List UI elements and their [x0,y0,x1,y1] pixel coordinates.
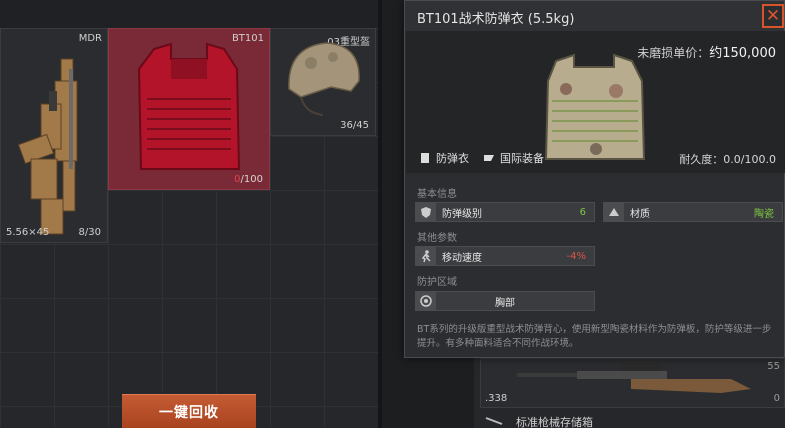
price: 未磨损单价：约150,000 [637,42,776,61]
ammo-type: 5.56×45 [6,227,50,238]
ammo-type: .338 [485,393,508,404]
faction-icon [484,155,494,161]
item-slot-bt101[interactable]: BT101 0/100 [108,28,270,190]
stat-move-speed: 移动速度 -4% [415,246,595,266]
item-tags: 防弹衣 国际装备 [419,150,544,166]
rifle-image [17,58,78,235]
close-button[interactable]: ✕ [762,4,784,28]
price-value: 约150,000 [709,46,776,61]
durability: 36/45 [340,120,369,131]
stat-material: 材质 陶瓷 [603,202,783,222]
item-category-icon [485,417,503,425]
durability-value: 0.0/100.0 [723,153,776,166]
stat-armor-level: 防弹级别 6 [415,202,595,222]
faction-label: 国际装备 [500,152,544,165]
stat-label: 移动速度 [442,252,482,264]
sniper-rifle-image [517,363,751,393]
protection-zone-chest: 胸部 [415,291,595,311]
count-top: 55 [767,361,780,372]
running-icon [416,247,436,265]
close-icon: ✕ [765,6,781,26]
item-label: 标准枪械存储箱 [516,416,593,428]
stat-value: 陶瓷 [754,208,774,220]
section-basic: 基本信息 [417,189,457,200]
zone-label: 胸部 [495,297,515,309]
stat-value: -4% [566,250,586,262]
durability: 0/100 [234,174,263,185]
durability-label: 耐久度： [679,153,724,166]
armor-vest-icon [421,153,429,163]
shield-icon [416,203,436,221]
stat-value: 6 [579,206,586,218]
ammo-count: 8/30 [78,227,101,238]
item-description: BT系列的升级版重型战术防弹背心，使用新型陶瓷材料作为防弹板，防护等级进一步提升… [417,324,772,349]
stat-label: 材质 [630,208,650,220]
stash-header [0,0,378,28]
stat-label: 防弹级别 [442,208,482,220]
item-slot-mdr[interactable]: MDR 5.56×45 8/30 [0,28,108,243]
item-title: BT101战术防弹衣 (5.5kg) [417,12,575,27]
count-bottom: 0 [773,393,780,404]
durability: 耐久度：0.0/100.0 [679,151,776,167]
section-other: 其他参数 [417,233,457,244]
item-detail-tooltip: BT101战术防弹衣 (5.5kg) ✕ 未磨损单价：约150,000 防弹衣 … [404,0,785,358]
vest-image [137,42,241,170]
body-armor-icon [416,292,436,310]
item-slot-sniper[interactable]: .338 55 0 [480,358,785,408]
price-label: 未磨损单价： [637,46,710,60]
panel-divider [378,0,382,428]
material-icon [604,203,624,221]
durability-max: /100 [240,174,263,185]
section-protection: 防护区域 [417,277,457,288]
item-slot-helmet[interactable]: 03重型盔 36/45 [270,28,376,136]
recycle-all-button[interactable]: 一键回收 [122,394,256,428]
category-label: 防弹衣 [436,152,469,165]
